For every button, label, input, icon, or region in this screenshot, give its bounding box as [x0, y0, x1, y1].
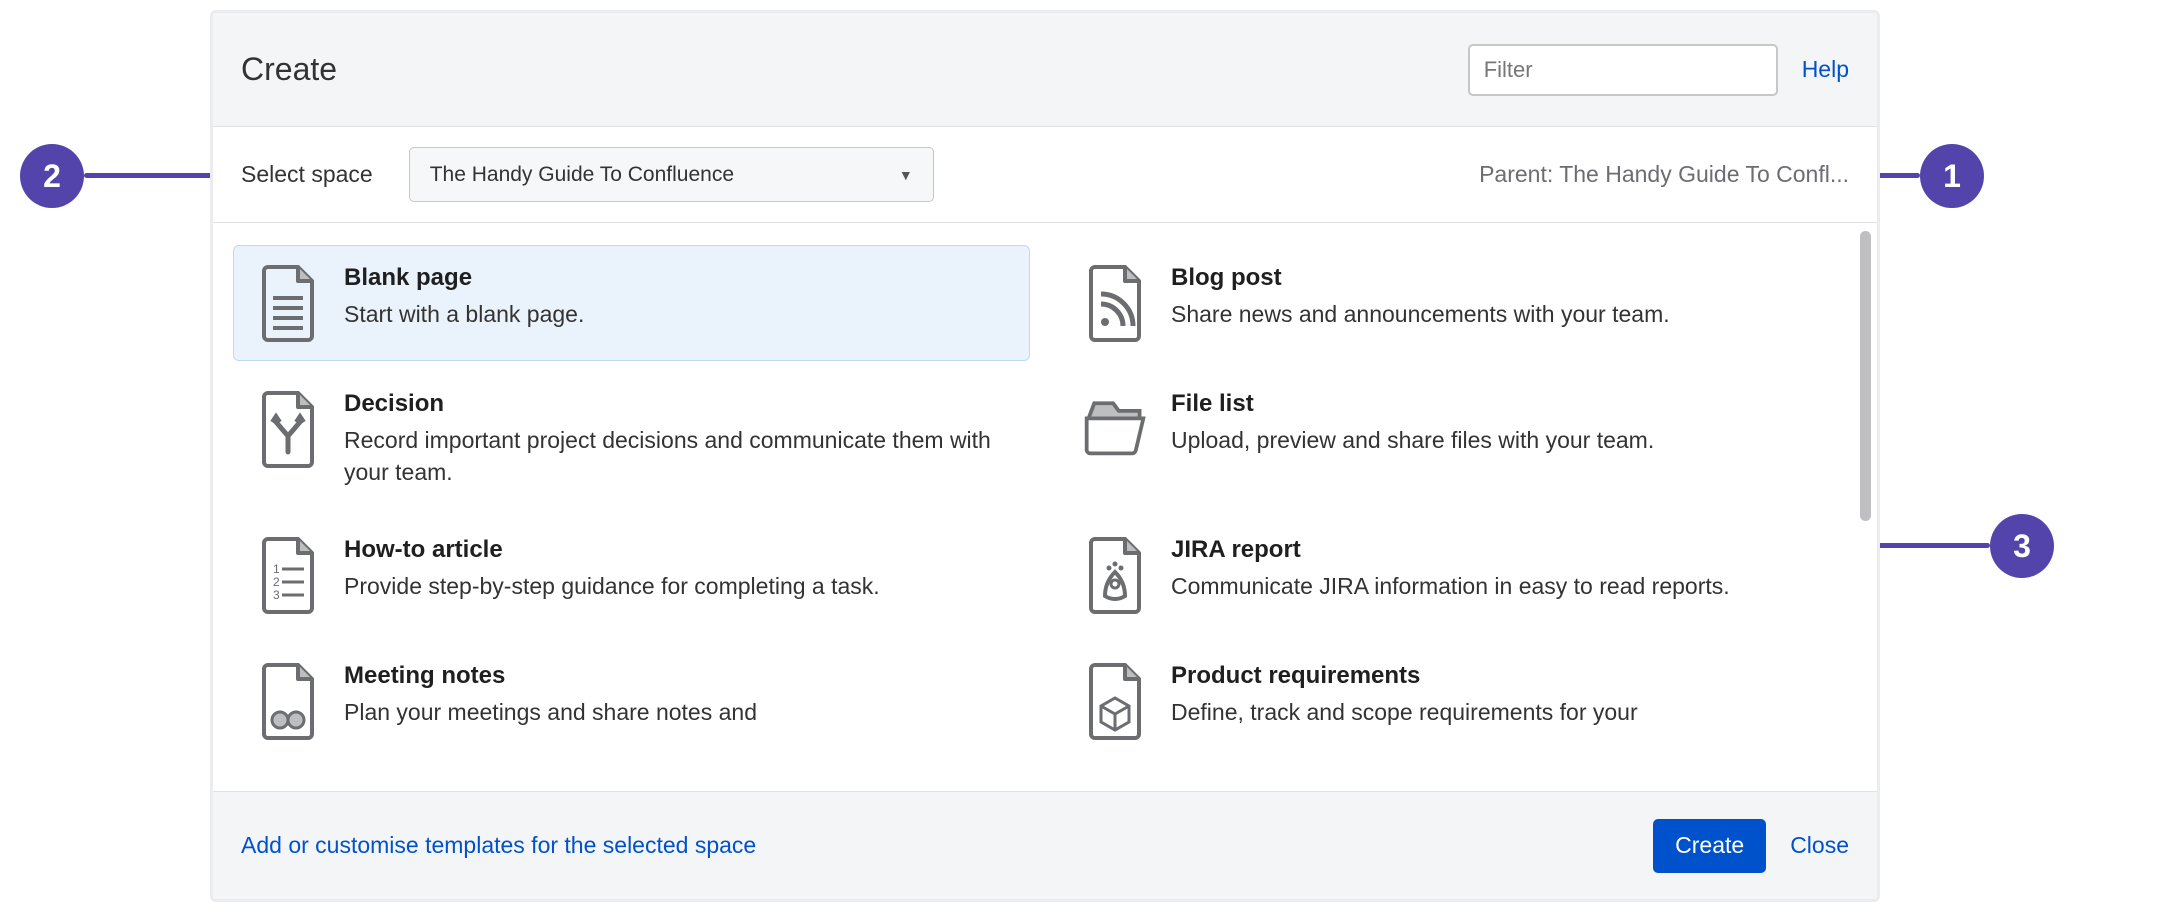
template-name: Blog post [1171, 264, 1670, 292]
template-description: Upload, preview and share files with you… [1171, 424, 1654, 456]
space-dropdown[interactable]: The Handy Guide To Confluence ▼ [409, 147, 934, 202]
annotation-badge-2: 2 [20, 144, 84, 208]
template-name: JIRA report [1171, 536, 1730, 564]
create-dialog: Create Help Select space The Handy Guide… [210, 10, 1880, 902]
annotation-number: 2 [43, 158, 61, 195]
template-description: Define, track and scope requirements for… [1171, 696, 1638, 728]
filter-input[interactable] [1468, 44, 1778, 96]
dialog-title: Create [241, 51, 1468, 88]
template-option-product-req[interactable]: Product requirements Define, track and sc… [1060, 643, 1857, 759]
template-option-decision[interactable]: Decision Record important project decisio… [233, 371, 1030, 507]
template-option-how-to[interactable]: 123 How-to article Provide step-by-step gu… [233, 517, 1030, 633]
svg-text:3: 3 [273, 588, 280, 602]
template-name: File list [1171, 390, 1654, 418]
annotation-number: 1 [1943, 158, 1961, 195]
svg-text:2: 2 [273, 575, 280, 589]
select-space-label: Select space [241, 161, 373, 188]
annotation-badge-3: 3 [1990, 514, 2054, 578]
svg-text:1: 1 [273, 562, 280, 576]
customize-templates-link[interactable]: Add or customise templates for the selec… [241, 832, 1653, 859]
doc-numbered-icon: 123 [254, 536, 322, 614]
template-name: How-to article [344, 536, 880, 564]
template-description: Provide step-by-step guidance for comple… [344, 570, 880, 602]
template-name: Meeting notes [344, 662, 757, 690]
dialog-header: Create Help [213, 13, 1877, 127]
doc-lines-icon [254, 264, 322, 342]
dialog-footer: Add or customise templates for the selec… [213, 791, 1877, 899]
doc-fork-icon [254, 390, 322, 468]
template-option-blank-page[interactable]: Blank page Start with a blank page. [233, 245, 1030, 361]
template-name: Decision [344, 390, 1009, 418]
template-option-jira-report[interactable]: JIRA report Communicate JIRA information … [1060, 517, 1857, 633]
template-option-meeting-notes[interactable]: Meeting notes Plan your meetings and shar… [233, 643, 1030, 759]
doc-cube-icon [1081, 662, 1149, 740]
template-name: Blank page [344, 264, 584, 292]
parent-breadcrumb: Parent: The Handy Guide To Confl... [1479, 161, 1849, 188]
template-name: Product requirements [1171, 662, 1638, 690]
templates-list: Blank page Start with a blank page. Blog p… [213, 225, 1877, 791]
annotation-badge-1: 1 [1920, 144, 1984, 208]
space-dropdown-value: The Handy Guide To Confluence [430, 163, 734, 187]
doc-person-icon [1081, 536, 1149, 614]
template-description: Plan your meetings and share notes and [344, 696, 757, 728]
folder-icon [1081, 390, 1149, 468]
space-selector-row: Select space The Handy Guide To Confluen… [213, 127, 1877, 223]
close-link[interactable]: Close [1790, 832, 1849, 859]
template-option-blog-post[interactable]: Blog post Share news and announcements wi… [1060, 245, 1857, 361]
annotation-connector-2 [84, 173, 224, 178]
template-description: Record important project decisions and c… [344, 424, 1009, 488]
annotation-number: 3 [2013, 528, 2031, 565]
chevron-down-icon: ▼ [899, 167, 913, 183]
scrollbar-thumb[interactable] [1860, 231, 1871, 521]
template-description: Share news and announcements with your t… [1171, 298, 1670, 330]
template-description: Start with a blank page. [344, 298, 584, 330]
help-link[interactable]: Help [1802, 56, 1849, 83]
create-button[interactable]: Create [1653, 819, 1766, 873]
template-option-file-list[interactable]: File list Upload, preview and share files… [1060, 371, 1857, 507]
scrollbar[interactable] [1860, 231, 1871, 787]
doc-people-icon [254, 662, 322, 740]
doc-rss-icon [1081, 264, 1149, 342]
template-description: Communicate JIRA information in easy to … [1171, 570, 1730, 602]
